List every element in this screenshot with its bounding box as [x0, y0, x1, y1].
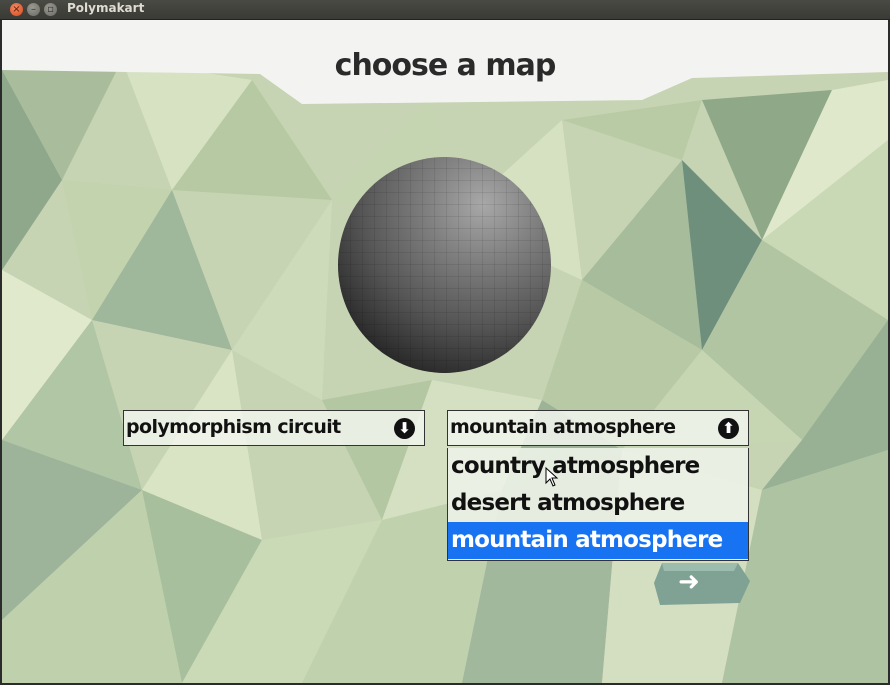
next-button[interactable]: ➜ [654, 563, 750, 605]
window-titlebar: × – ▫ Polymakart [0, 0, 890, 20]
arrow-down-circle-icon[interactable]: ⬇ [394, 418, 415, 439]
window-maximize-button[interactable]: ▫ [44, 3, 57, 16]
map-select-value: polymorphism circuit [126, 416, 341, 438]
mouse-cursor-icon [545, 467, 559, 487]
window-close-button[interactable]: × [10, 3, 23, 16]
atmosphere-select-value: mountain atmosphere [450, 416, 676, 438]
window-title: Polymakart [67, 1, 145, 15]
page-title: choose a map [334, 48, 557, 83]
game-viewport: choose a map polymorphism circuit ⬇ moun… [2, 20, 888, 683]
atmosphere-select[interactable]: mountain atmosphere ⬆ [447, 410, 749, 446]
atmosphere-option[interactable]: desert atmosphere [448, 485, 748, 522]
atmosphere-option[interactable]: country atmosphere [448, 448, 748, 485]
arrow-up-circle-icon[interactable]: ⬆ [718, 418, 739, 439]
window-minimize-button[interactable]: – [27, 3, 40, 16]
arrow-right-icon: ➜ [678, 567, 700, 597]
map-preview-sphere [338, 157, 551, 373]
atmosphere-options-list: country atmosphere desert atmosphere mou… [447, 448, 749, 561]
atmosphere-option-selected[interactable]: mountain atmosphere [448, 522, 748, 559]
map-select[interactable]: polymorphism circuit ⬇ [123, 410, 425, 446]
next-button-shape [654, 563, 750, 605]
